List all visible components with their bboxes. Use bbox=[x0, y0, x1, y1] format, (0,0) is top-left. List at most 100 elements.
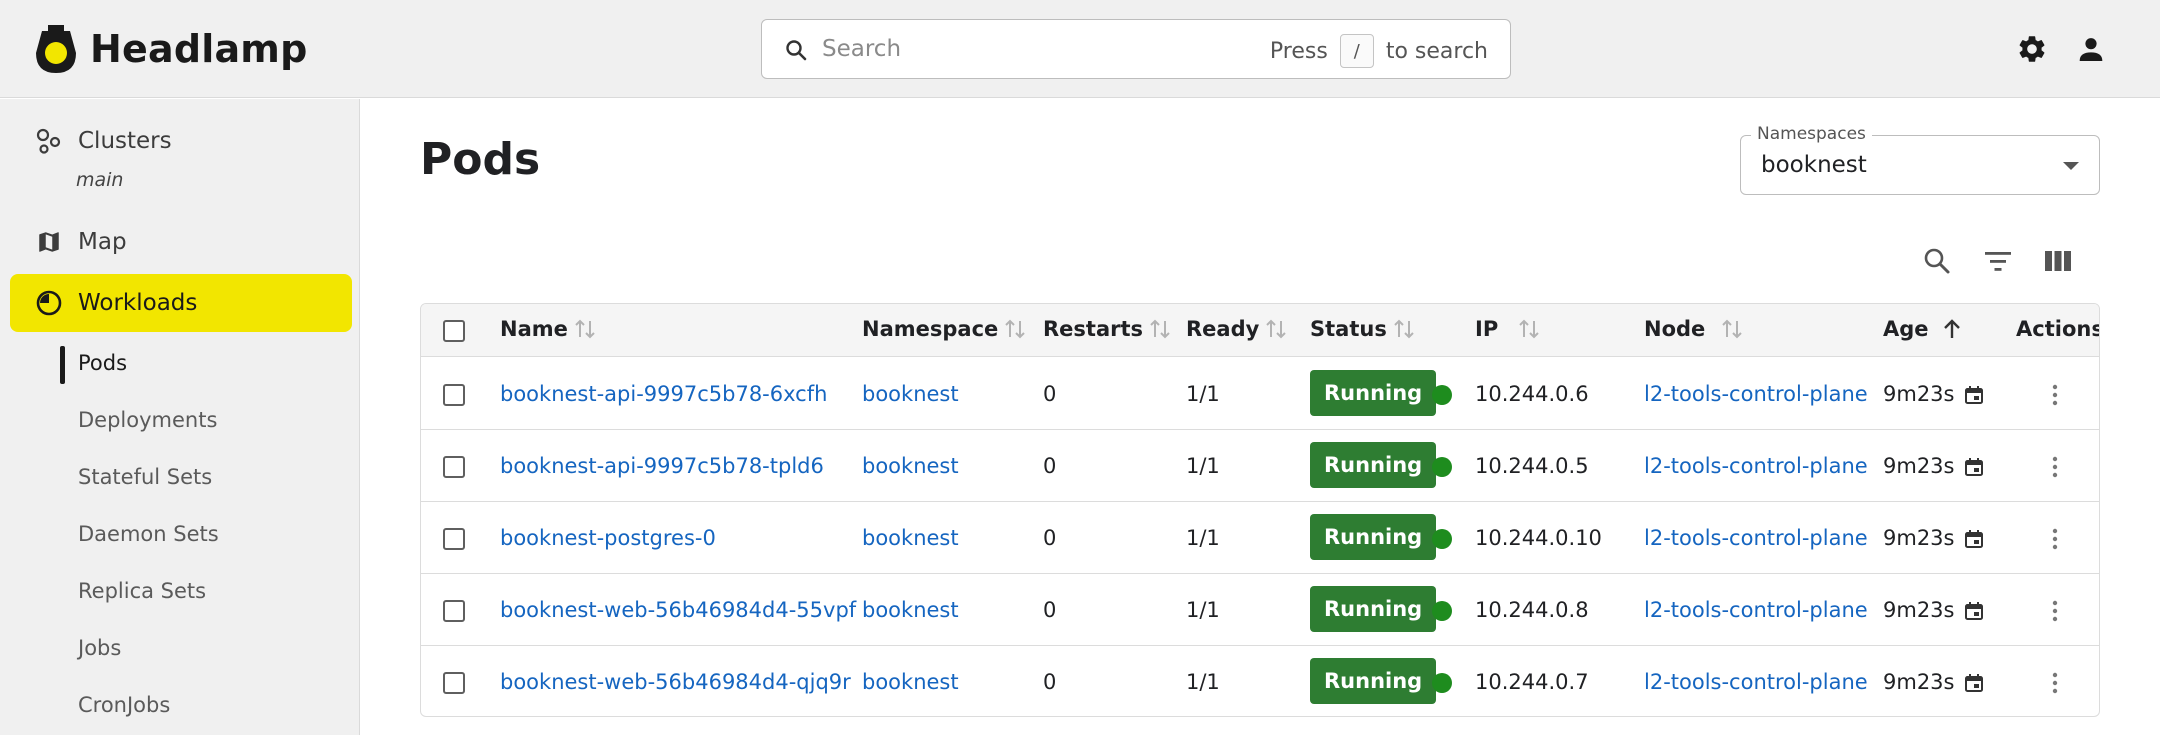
sidebar-subitem-pods[interactable]: Pods bbox=[78, 351, 127, 375]
app-name: Headlamp bbox=[90, 27, 308, 71]
column-header-label: IP bbox=[1475, 317, 1499, 341]
pods-table: Name Namespace Restarts Ready Status IP … bbox=[420, 303, 2100, 717]
status-badge: Running bbox=[1310, 442, 1437, 488]
column-header-ready[interactable]: Ready bbox=[1186, 317, 1287, 341]
column-header-node[interactable]: Node bbox=[1644, 317, 1743, 341]
columns-icon[interactable] bbox=[2042, 245, 2074, 277]
sidebar-subitem-cronjobs[interactable]: CronJobs bbox=[78, 693, 170, 717]
ready-value: 1/1 bbox=[1186, 454, 1220, 478]
column-header-ip[interactable]: IP bbox=[1475, 317, 1540, 341]
status-badge: Running bbox=[1310, 658, 1437, 704]
pod-name-link[interactable]: booknest-api-9997c5b78-tpld6 bbox=[500, 454, 824, 478]
node-link[interactable]: l2-tools-control-plane bbox=[1644, 454, 1868, 478]
brand-logo-link[interactable]: Headlamp bbox=[34, 22, 307, 76]
table-row: booknest-api-9997c5b78-6xcfh booknest 0 … bbox=[421, 358, 2099, 430]
pod-name-link[interactable]: booknest-web-56b46984d4-qjq9r bbox=[500, 670, 851, 694]
table-header: Name Namespace Restarts Ready Status IP … bbox=[421, 304, 2099, 357]
status-dot-icon bbox=[1432, 601, 1452, 621]
more-actions-icon[interactable] bbox=[2052, 600, 2058, 622]
column-header-name[interactable]: Name bbox=[500, 317, 596, 341]
sidebar-item-map[interactable]: Map bbox=[10, 213, 352, 271]
restarts-value: 0 bbox=[1043, 598, 1057, 622]
column-header-label: Ready bbox=[1186, 317, 1260, 341]
row-checkbox[interactable] bbox=[443, 456, 465, 478]
filter-icon[interactable] bbox=[1982, 245, 2014, 277]
namespace-link[interactable]: booknest bbox=[862, 598, 959, 622]
sort-ascending-icon bbox=[1943, 319, 1960, 338]
more-actions-icon[interactable] bbox=[2052, 528, 2058, 550]
sidebar-subitem-replica-sets[interactable]: Replica Sets bbox=[78, 579, 206, 603]
node-link[interactable]: l2-tools-control-plane bbox=[1644, 526, 1868, 550]
age-value: 9m23s bbox=[1883, 382, 1955, 406]
age-value: 9m23s bbox=[1883, 526, 1955, 550]
settings-icon[interactable] bbox=[2016, 33, 2048, 65]
calendar-icon bbox=[1965, 386, 1983, 404]
sidebar-subitem-stateful-sets[interactable]: Stateful Sets bbox=[78, 465, 212, 489]
ip-value: 10.244.0.5 bbox=[1475, 454, 1589, 478]
sort-icon bbox=[1519, 319, 1539, 339]
status-dot-icon bbox=[1432, 385, 1452, 405]
sidebar: Clusters main Map Workloads Pods Deploym… bbox=[0, 99, 360, 735]
more-actions-icon[interactable] bbox=[2052, 456, 2058, 478]
node-link[interactable]: l2-tools-control-plane bbox=[1644, 670, 1868, 694]
pod-name-link[interactable]: booknest-api-9997c5b78-6xcfh bbox=[500, 382, 827, 406]
row-checkbox[interactable] bbox=[443, 528, 465, 550]
search-input[interactable]: Search Press / to search bbox=[761, 19, 1511, 79]
search-shortcut-key: / bbox=[1339, 34, 1374, 68]
sort-icon bbox=[1394, 319, 1414, 339]
map-icon bbox=[34, 227, 64, 257]
search-icon bbox=[786, 40, 807, 61]
sidebar-item-workloads[interactable]: Workloads bbox=[10, 274, 352, 332]
ready-value: 1/1 bbox=[1186, 526, 1220, 550]
namespace-link[interactable]: booknest bbox=[862, 526, 959, 550]
row-checkbox[interactable] bbox=[443, 600, 465, 622]
search-hint-prefix: Press bbox=[1269, 38, 1328, 64]
sidebar-subitem-jobs[interactable]: Jobs bbox=[78, 636, 121, 660]
more-actions-icon[interactable] bbox=[2052, 672, 2058, 694]
sort-icon bbox=[1722, 319, 1742, 339]
top-bar: Headlamp Search Press / to search bbox=[0, 0, 2160, 98]
age-value: 9m23s bbox=[1883, 598, 1955, 622]
pod-name-link[interactable]: booknest-web-56b46984d4-55vpf bbox=[500, 598, 856, 622]
row-checkbox[interactable] bbox=[443, 384, 465, 406]
column-header-label: Status bbox=[1310, 317, 1387, 341]
sidebar-subitem-daemon-sets[interactable]: Daemon Sets bbox=[78, 522, 219, 546]
ip-value: 10.244.0.7 bbox=[1475, 670, 1589, 694]
column-header-status[interactable]: Status bbox=[1310, 317, 1415, 341]
sort-icon bbox=[1266, 319, 1287, 339]
namespace-link[interactable]: booknest bbox=[862, 454, 959, 478]
column-header-age[interactable]: Age bbox=[1883, 317, 1963, 341]
restarts-value: 0 bbox=[1043, 454, 1057, 478]
status-badge: Running bbox=[1310, 370, 1437, 416]
ready-value: 1/1 bbox=[1186, 598, 1220, 622]
sidebar-subitem-deployments[interactable]: Deployments bbox=[78, 408, 217, 432]
node-link[interactable]: l2-tools-control-plane bbox=[1644, 598, 1868, 622]
namespace-link[interactable]: booknest bbox=[862, 670, 959, 694]
column-header-namespace[interactable]: Namespace bbox=[862, 317, 1026, 341]
select-all-checkbox[interactable] bbox=[443, 320, 465, 342]
sidebar-item-clusters[interactable]: Clusters bbox=[10, 112, 352, 170]
account-icon[interactable] bbox=[2075, 33, 2107, 65]
column-header-actions: Actions bbox=[2016, 317, 2099, 341]
search-icon[interactable] bbox=[1921, 245, 1953, 277]
namespace-select[interactable]: Namespaces booknest bbox=[1740, 124, 2100, 195]
status-dot-icon bbox=[1432, 457, 1452, 477]
age-value: 9m23s bbox=[1883, 670, 1955, 694]
more-actions-icon[interactable] bbox=[2052, 384, 2058, 406]
row-checkbox[interactable] bbox=[443, 672, 465, 694]
column-header-label: Name bbox=[500, 317, 568, 341]
sidebar-item-label: Clusters bbox=[78, 128, 172, 154]
ip-value: 10.244.0.8 bbox=[1475, 598, 1589, 622]
status-badge: Running bbox=[1310, 586, 1437, 632]
restarts-value: 0 bbox=[1043, 382, 1057, 406]
status-badge: Running bbox=[1310, 514, 1437, 560]
node-link[interactable]: l2-tools-control-plane bbox=[1644, 382, 1868, 406]
column-header-label: Age bbox=[1883, 317, 1929, 341]
namespace-select-label: Namespaces bbox=[1751, 124, 1872, 144]
sidebar-item-label: Workloads bbox=[78, 290, 198, 316]
pod-name-link[interactable]: booknest-postgres-0 bbox=[500, 526, 716, 550]
column-header-restarts[interactable]: Restarts bbox=[1043, 317, 1171, 341]
headlamp-logo-icon bbox=[36, 25, 76, 73]
namespace-link[interactable]: booknest bbox=[862, 382, 959, 406]
workloads-icon bbox=[34, 288, 64, 318]
